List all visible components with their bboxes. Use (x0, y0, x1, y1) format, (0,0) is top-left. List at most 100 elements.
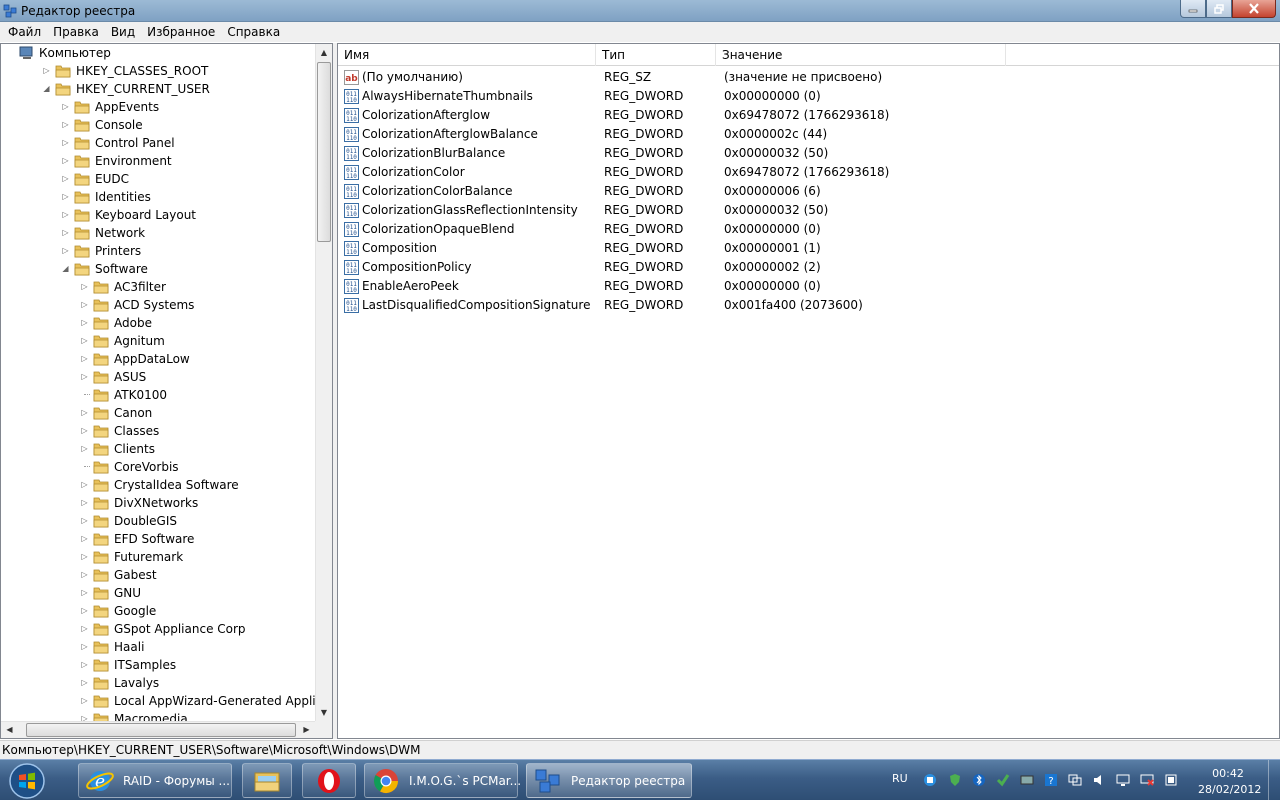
expand-icon[interactable]: ▷ (61, 246, 70, 255)
expand-icon[interactable]: ▷ (80, 642, 89, 651)
shield-tray-icon[interactable] (948, 773, 962, 787)
list-row[interactable]: 011 110 CompositionPolicy REG_DWORD 0x000000… (338, 258, 1279, 277)
column-name[interactable]: Имя (338, 44, 596, 66)
expand-icon[interactable]: ▷ (61, 210, 70, 219)
taskbar-button-explorer[interactable] (242, 763, 292, 798)
column-value[interactable]: Значение (716, 44, 1006, 66)
show-desktop-button[interactable] (1268, 760, 1280, 800)
tree-item[interactable]: ▷ DoubleGIS (1, 512, 315, 530)
tree-item[interactable]: ▷ DivXNetworks (1, 494, 315, 512)
language-indicator[interactable]: RU (892, 772, 908, 785)
taskbar-button-opera[interactable] (302, 763, 356, 798)
expand-icon[interactable]: ▷ (80, 624, 89, 633)
expand-icon[interactable]: ▷ (80, 336, 89, 345)
expand-icon[interactable]: ▷ (80, 480, 89, 489)
expand-icon[interactable]: ▷ (61, 156, 70, 165)
tree-item[interactable]: ▷ Adobe (1, 314, 315, 332)
expand-icon[interactable]: ▷ (61, 138, 70, 147)
tree-item[interactable]: ▷ ITSamples (1, 656, 315, 674)
collapse-icon[interactable]: ◢ (42, 84, 51, 93)
taskbar-button-chrome[interactable]: I.M.O.G.`s PCMar... (364, 763, 521, 798)
expand-icon[interactable]: ▷ (80, 660, 89, 669)
network-tray-icon[interactable] (923, 773, 937, 787)
close-button[interactable] (1232, 0, 1276, 18)
scroll-up-icon[interactable]: ▲ (316, 44, 332, 61)
list-row[interactable]: 011 110 Composition REG_DWORD 0x00000001 (1) (338, 239, 1279, 258)
taskbar-button-ie[interactable]: e RAID - Форумы ... (78, 763, 232, 798)
list-row[interactable]: 011 110 ColorizationGlassReflectionIntensi… (338, 201, 1279, 220)
scroll-right-icon[interactable]: ▶ (298, 722, 315, 738)
clock-time[interactable]: 00:42 (1198, 767, 1258, 780)
expand-icon[interactable]: ▷ (80, 678, 89, 687)
tree-item[interactable]: ▷ Network (1, 224, 315, 242)
tree-item[interactable]: ▷ Haali (1, 638, 315, 656)
tree-item-hkcu[interactable]: ◢ HKEY_CURRENT_USER (1, 80, 315, 98)
tree-item-hkcr[interactable]: ▷ HKEY_CLASSES_ROOT (1, 62, 315, 80)
tree-item[interactable]: ATK0100 (1, 386, 315, 404)
scroll-thumb-horizontal[interactable] (26, 723, 296, 737)
collapse-icon[interactable]: ◢ (61, 264, 70, 273)
expand-icon[interactable]: ▷ (80, 444, 89, 453)
tree-item[interactable]: ▷ Local AppWizard-Generated Applications (1, 692, 315, 710)
tree-item[interactable]: ▷ Classes (1, 422, 315, 440)
list-row[interactable]: 011 110 ColorizationAfterglowBalance REG_DW… (338, 125, 1279, 144)
tree-item[interactable]: ▷ Identities (1, 188, 315, 206)
tree-item[interactable]: ▷ Control Panel (1, 134, 315, 152)
list-row[interactable]: 011 110 LastDisqualifiedCompositionSignatu… (338, 296, 1279, 315)
expand-icon[interactable]: ▷ (42, 66, 51, 75)
list-row[interactable]: 011 110 EnableAeroPeek REG_DWORD 0x00000000 … (338, 277, 1279, 296)
tree-item[interactable]: ▷ Printers (1, 242, 315, 260)
list-row[interactable]: 011 110 ColorizationColor REG_DWORD 0x694780… (338, 163, 1279, 182)
expand-icon[interactable]: ▷ (80, 426, 89, 435)
volume-tray-icon[interactable] (1092, 773, 1106, 787)
expand-icon[interactable]: ▷ (61, 228, 70, 237)
expand-icon[interactable]: ▷ (61, 174, 70, 183)
tree-item[interactable]: ▷ Console (1, 116, 315, 134)
list-row[interactable]: 011 110 ColorizationBlurBalance REG_DWORD 0x… (338, 144, 1279, 163)
expand-icon[interactable]: ▷ (80, 606, 89, 615)
bluetooth-tray-icon[interactable] (972, 773, 986, 787)
tree-item[interactable]: ▷ Canon (1, 404, 315, 422)
expand-icon[interactable]: ▷ (61, 120, 70, 129)
expand-icon[interactable]: ▷ (80, 282, 89, 291)
expand-icon[interactable]: ▷ (80, 516, 89, 525)
monitor-tray-icon[interactable] (1116, 773, 1130, 787)
restore-button[interactable] (1206, 0, 1232, 18)
list-row[interactable]: 011 110 AlwaysHibernateThumbnails REG_DWORD… (338, 87, 1279, 106)
tree-item[interactable]: ▷ Lavalys (1, 674, 315, 692)
expand-icon[interactable]: ▷ (80, 534, 89, 543)
tree-item[interactable]: ▷ Keyboard Layout (1, 206, 315, 224)
tree-item[interactable]: ▷ EUDC (1, 170, 315, 188)
scroll-down-icon[interactable]: ▼ (316, 704, 332, 721)
list-row[interactable]: 011 110 ColorizationAfterglow REG_DWORD 0x69… (338, 106, 1279, 125)
start-button[interactable] (8, 762, 46, 800)
tree-item[interactable]: ▷ Macromedia (1, 710, 315, 721)
tree-horizontal-scrollbar[interactable]: ◀ ▶ (1, 721, 315, 738)
registry-tree[interactable]: ◢Компьютер▷HKEY_CLASSES_ROOT◢HKEY_CURREN… (0, 43, 333, 739)
expand-icon[interactable]: ▷ (80, 714, 89, 721)
tree-item[interactable]: ▷ ASUS (1, 368, 315, 386)
menu-help[interactable]: Справка (221, 22, 286, 42)
check-tray-icon[interactable] (996, 773, 1010, 787)
expand-icon[interactable]: ▷ (61, 192, 70, 201)
tree-item[interactable]: ▷ CrystalIdea Software (1, 476, 315, 494)
tree-item[interactable]: CoreVorbis (1, 458, 315, 476)
expand-icon[interactable]: ▷ (80, 318, 89, 327)
expand-icon[interactable]: ▷ (80, 372, 89, 381)
tree-item[interactable]: ▷ AC3filter (1, 278, 315, 296)
tree-item[interactable]: ▷ AppDataLow (1, 350, 315, 368)
tree-vertical-scrollbar[interactable]: ▲ ▼ (315, 44, 332, 721)
tree-item[interactable]: ◢ Software (1, 260, 315, 278)
expand-icon[interactable]: ▷ (80, 696, 89, 705)
expand-icon[interactable]: ▷ (80, 408, 89, 417)
menu-file[interactable]: Файл (2, 22, 47, 42)
list-row[interactable]: ab (По умолчанию) REG_SZ (значение не присв… (338, 68, 1279, 87)
scroll-thumb[interactable] (317, 62, 331, 242)
tree-item[interactable]: ▷ EFD Software (1, 530, 315, 548)
menu-view[interactable]: Вид (105, 22, 141, 42)
action-center-tray-icon[interactable] (1140, 773, 1154, 787)
menu-favorites[interactable]: Избранное (141, 22, 221, 42)
expand-icon[interactable]: ▷ (80, 300, 89, 309)
tree-item-computer[interactable]: ◢Компьютер (1, 44, 315, 62)
tree-item[interactable]: ▷ Agnitum (1, 332, 315, 350)
